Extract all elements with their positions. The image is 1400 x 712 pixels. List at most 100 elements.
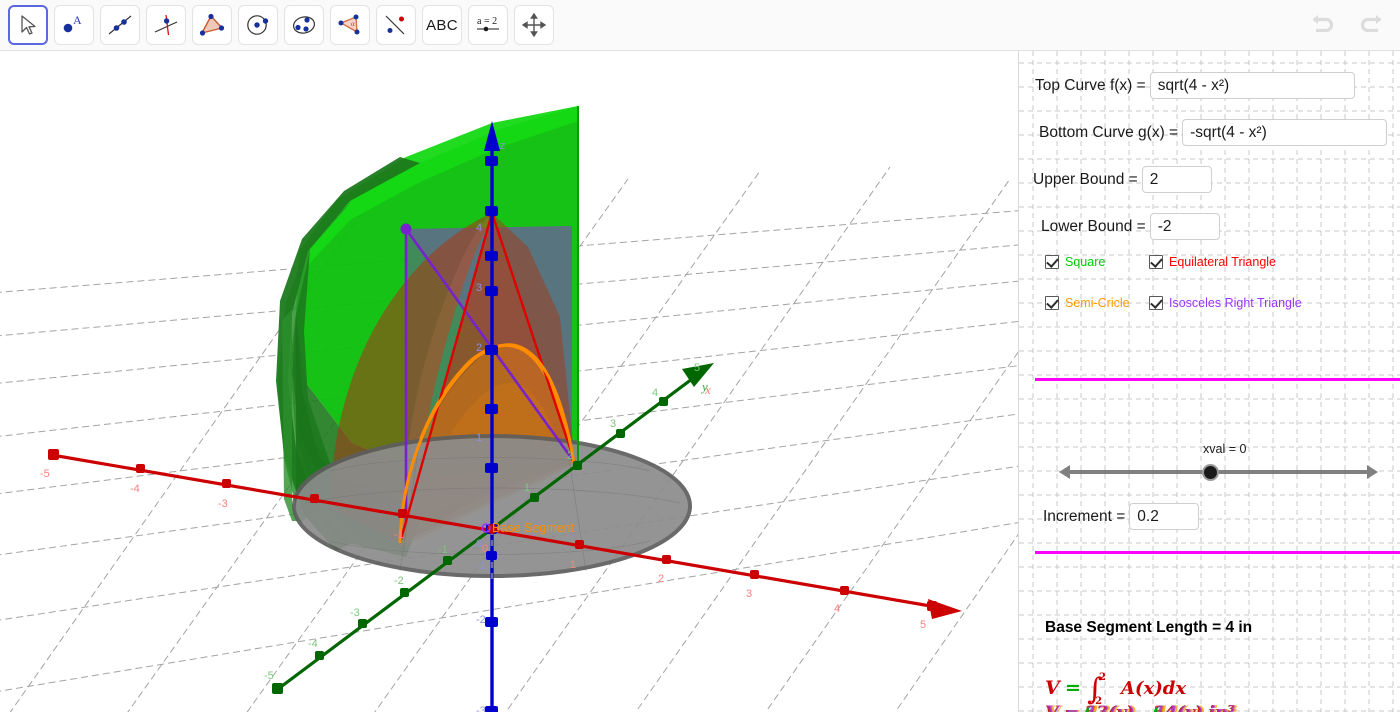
geogebra-app: A α ABC a = 2 -5 -4 -3 -1 0 1 2 3 4 5 x … xyxy=(0,0,1400,712)
upper-bound-label: Upper Bound = xyxy=(1033,170,1138,188)
graphics-view-3d[interactable]: -5 -4 -3 -1 0 1 2 3 4 5 x -5 -4 -3 -2 -1… xyxy=(0,51,1018,712)
slider-right-arrow-icon xyxy=(1367,465,1378,479)
increment-label: Increment = xyxy=(1043,507,1126,525)
panel-grid xyxy=(1019,51,1400,712)
formula-upper-limit: 2 xyxy=(1099,672,1106,683)
upper-bound-input[interactable]: 2 xyxy=(1141,166,1212,193)
formula-equals: = xyxy=(1065,677,1081,699)
isosceles-right-triangle-checkbox-label: Isosceles Right Triangle xyxy=(1169,296,1302,310)
svg-text:2: 2 xyxy=(658,573,664,585)
svg-text:-3: -3 xyxy=(218,498,228,510)
perpendicular-line-tool[interactable] xyxy=(146,5,186,45)
abc-text-icon: ABC xyxy=(426,16,458,34)
svg-text:0: 0 xyxy=(476,538,482,550)
slider-tool[interactable]: a = 2 xyxy=(468,5,508,45)
svg-text:-4: -4 xyxy=(130,483,140,495)
undo-redo-group xyxy=(1308,6,1386,38)
base-segment-length-text: Base Segment Length = 4 in xyxy=(1045,619,1253,636)
svg-text:3: 3 xyxy=(746,588,752,600)
svg-text:2: 2 xyxy=(567,450,573,462)
checkbox-semi-circle[interactable]: Semi-Cricle xyxy=(1045,296,1130,310)
reflect-about-line-icon xyxy=(383,13,409,37)
volume-results-overlapping: V = 63(y) - 64(y) in³ V = 33(y) - 34(y) … xyxy=(1045,703,1295,712)
circle-tool[interactable] xyxy=(238,5,278,45)
point-a-icon: A xyxy=(61,13,87,37)
perpendicular-line-icon xyxy=(153,13,179,37)
undo-button[interactable] xyxy=(1308,6,1340,38)
checkbox-isosceles-right-triangle[interactable]: Isosceles Right Triangle xyxy=(1149,296,1302,310)
equilateral-triangle-checkbox[interactable] xyxy=(1149,255,1163,269)
divider-line-bottom xyxy=(1035,551,1400,554)
ellipse-tool[interactable] xyxy=(284,5,324,45)
divider-line-top xyxy=(1035,378,1400,381)
checkbox-square[interactable]: Square xyxy=(1045,255,1105,269)
svg-text:-4: -4 xyxy=(308,638,318,650)
svg-text:-1: -1 xyxy=(476,560,486,572)
reflect-tool[interactable] xyxy=(376,5,416,45)
toolbar: A α ABC a = 2 xyxy=(0,0,1400,51)
angle-tool[interactable]: α xyxy=(330,5,370,45)
svg-text:-5: -5 xyxy=(264,670,274,682)
increment-row: Increment = 0.2 xyxy=(1043,503,1200,530)
svg-text:-2: -2 xyxy=(476,614,486,626)
base-segment-label: Base Segment xyxy=(492,521,575,535)
lower-bound-input[interactable]: -2 xyxy=(1149,213,1220,240)
polygon-tool[interactable] xyxy=(192,5,232,45)
arrow-cursor-icon xyxy=(18,14,38,36)
volume-result-isosceles-right-triangle: V = 13(y) - 14(y) in³ xyxy=(1046,703,1236,712)
increment-input[interactable]: 0.2 xyxy=(1129,503,1200,530)
semi-circle-checkbox[interactable] xyxy=(1045,296,1059,310)
semi-circle-checkbox-label: Semi-Cricle xyxy=(1065,296,1130,310)
square-checkbox[interactable] xyxy=(1045,255,1059,269)
lower-bound-label: Lower Bound = xyxy=(1041,217,1146,235)
volume-formula-integral: V = ∫ 2 -2 A(x)dx xyxy=(1045,669,1285,707)
line-tool[interactable] xyxy=(100,5,140,45)
svg-text:-1: -1 xyxy=(438,544,448,556)
svg-text:-1: -1 xyxy=(394,529,404,541)
circle-center-point-icon xyxy=(245,13,271,37)
svg-text:2: 2 xyxy=(476,342,482,354)
y-axis-label: y xyxy=(700,379,708,394)
move-graphics-view-icon xyxy=(522,13,546,37)
svg-text:3: 3 xyxy=(610,418,616,430)
svg-text:1: 1 xyxy=(476,432,482,444)
upper-bound-row: Upper Bound = 2 xyxy=(1033,166,1212,193)
checkbox-equilateral-triangle[interactable]: Equilateral Triangle xyxy=(1149,255,1276,269)
top-curve-row: Top Curve f(x) = sqrt(4 - x²) xyxy=(1035,72,1355,99)
ellipse-three-points-icon xyxy=(291,13,317,37)
svg-text:1: 1 xyxy=(570,559,576,571)
xval-slider-label: xval = 0 xyxy=(1203,442,1247,456)
svg-text:4: 4 xyxy=(652,387,658,399)
bottom-curve-input[interactable]: -sqrt(4 - x²) xyxy=(1182,119,1388,146)
redo-button[interactable] xyxy=(1354,6,1386,38)
move-tool[interactable] xyxy=(8,5,48,45)
svg-text:A: A xyxy=(73,13,82,27)
formula-body: A(x)dx xyxy=(1119,678,1186,699)
line-through-two-points-icon xyxy=(107,13,133,37)
top-curve-input[interactable]: sqrt(4 - x²) xyxy=(1149,72,1355,99)
algebra-input-panel: Top Curve f(x) = sqrt(4 - x²) Bottom Cur… xyxy=(1018,51,1400,712)
slider-left-arrow-icon xyxy=(1059,465,1070,479)
svg-text:-5: -5 xyxy=(40,468,50,480)
svg-text:3: 3 xyxy=(476,282,482,294)
svg-text:α: α xyxy=(351,20,355,28)
bottom-curve-label: Bottom Curve g(x) = xyxy=(1039,123,1179,141)
top-curve-label: Top Curve f(x) = xyxy=(1035,76,1146,94)
point-tool[interactable]: A xyxy=(54,5,94,45)
square-checkbox-label: Square xyxy=(1065,255,1106,269)
svg-text:5: 5 xyxy=(694,362,700,374)
redo-icon xyxy=(1355,8,1385,37)
isosceles-right-triangle-checkbox[interactable] xyxy=(1149,296,1163,310)
xval-slider-knob[interactable] xyxy=(1202,464,1219,481)
svg-text:-3: -3 xyxy=(350,607,360,619)
equilateral-triangle-checkbox-label: Equilateral Triangle xyxy=(1169,255,1277,269)
svg-text:5: 5 xyxy=(920,619,926,631)
svg-text:a = 2: a = 2 xyxy=(477,16,497,27)
undo-icon xyxy=(1309,8,1339,37)
formula-v: V xyxy=(1045,677,1062,699)
angle-measure-icon: α xyxy=(337,13,363,37)
pan-tool[interactable] xyxy=(514,5,554,45)
svg-text:-2: -2 xyxy=(394,575,404,587)
text-tool[interactable]: ABC xyxy=(422,5,462,45)
lower-bound-row: Lower Bound = -2 xyxy=(1041,213,1220,240)
